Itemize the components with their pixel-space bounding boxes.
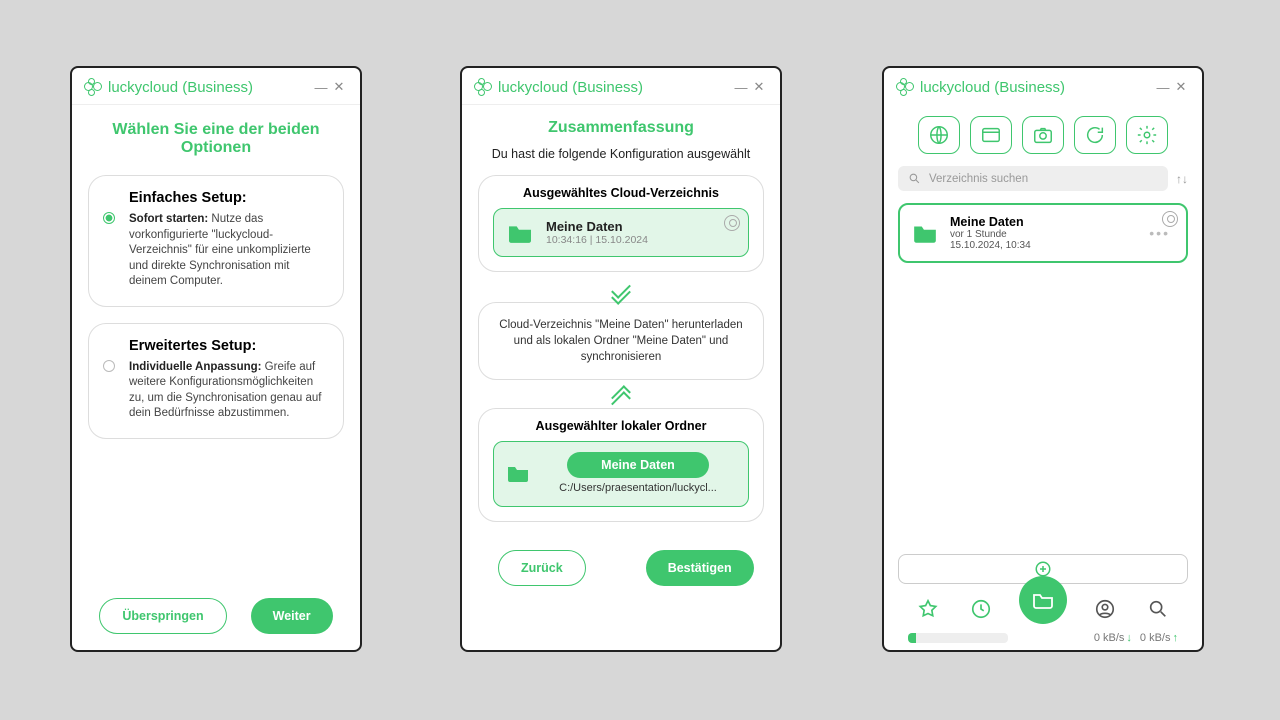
option-title: Erweitertes Setup: <box>129 338 327 354</box>
app-title: luckycloud (Business) <box>498 79 732 96</box>
cloud-dir-time: 10:34:16 | 15.10.2024 <box>546 234 736 246</box>
page-heading: Zusammenfassung <box>478 119 764 137</box>
skip-button[interactable]: Überspringen <box>99 598 226 634</box>
option-title: Einfaches Setup: <box>129 190 327 206</box>
nav-favorites[interactable] <box>914 595 942 623</box>
summary-window: luckycloud (Business) — ✕ Zusammenfassun… <box>460 66 782 652</box>
cloud-dir-card[interactable]: Meine Daten 10:34:16 | 15.10.2024 <box>493 208 749 257</box>
directory-date: 15.10.2024, 10:34 <box>950 240 1137 251</box>
option-body: Individuelle Anpassung: Greife auf weite… <box>129 360 327 422</box>
minimize-button[interactable]: — <box>1154 80 1172 95</box>
titlebar: luckycloud (Business) — ✕ <box>72 68 360 105</box>
page-subheading: Du hast die folgende Konfiguration ausge… <box>478 147 764 161</box>
search-icon <box>908 172 921 185</box>
directory-relative-time: vor 1 Stunde <box>950 229 1137 240</box>
minimize-button[interactable]: — <box>312 80 330 95</box>
owner-icon <box>724 215 740 231</box>
next-button[interactable]: Weiter <box>251 598 333 634</box>
directory-card[interactable]: Meine Daten vor 1 Stunde 15.10.2024, 10:… <box>898 203 1188 263</box>
status-bar: 0 kB/s↓ 0 kB/s↑ <box>898 628 1188 650</box>
app-title: luckycloud (Business) <box>920 79 1154 96</box>
chevron-up-icon <box>478 392 764 404</box>
option-simple-setup[interactable]: Einfaches Setup: Sofort starten: Nutze d… <box>88 175 344 307</box>
local-dir-path: C:/Users/praesentation/luckycl... <box>559 482 717 494</box>
search-input[interactable]: Verzeichnis suchen <box>898 166 1168 191</box>
app-title: luckycloud (Business) <box>108 79 312 96</box>
search-row: Verzeichnis suchen ↑↓ <box>898 166 1188 191</box>
directory-more-button[interactable]: ••• <box>1149 225 1170 241</box>
sync-button[interactable] <box>1074 116 1116 154</box>
minimize-button[interactable]: — <box>732 80 750 95</box>
close-button[interactable]: ✕ <box>1172 79 1190 95</box>
bottom-nav <box>898 584 1188 628</box>
local-dir-card[interactable]: Meine Daten C:/Users/praesentation/lucky… <box>493 441 749 507</box>
local-dir-name: Meine Daten <box>567 452 709 478</box>
back-button[interactable]: Zurück <box>498 550 586 586</box>
nav-account[interactable] <box>1091 595 1119 623</box>
setup-options-window: luckycloud (Business) — ✕ Wählen Sie ein… <box>70 66 362 652</box>
footer-buttons: Zurück Bestätigen <box>478 550 764 586</box>
local-dir-panel: Ausgewählter lokaler Ordner Meine Daten … <box>478 408 764 522</box>
camera-button[interactable] <box>1022 116 1064 154</box>
app-logo-icon <box>896 78 914 96</box>
chevron-down-icon <box>478 286 764 298</box>
close-button[interactable]: ✕ <box>330 79 348 95</box>
directory-name: Meine Daten <box>950 215 1137 229</box>
nav-search[interactable] <box>1144 595 1172 623</box>
settings-button[interactable] <box>1126 116 1168 154</box>
folder-icon <box>506 463 530 483</box>
cloud-dir-panel: Ausgewähltes Cloud-Verzeichnis Meine Dat… <box>478 175 764 272</box>
panel-title: Ausgewählter lokaler Ordner <box>493 419 749 433</box>
search-placeholder: Verzeichnis suchen <box>929 173 1028 185</box>
page-heading: Wählen Sie eine der beiden Optionen <box>88 121 344 157</box>
sort-button[interactable]: ↑↓ <box>1176 172 1188 186</box>
main-app-window: luckycloud (Business) — ✕ Verzeichnis su… <box>882 66 1204 652</box>
app-logo-icon <box>474 78 492 96</box>
storage-progress <box>908 633 1008 643</box>
radio-advanced[interactable] <box>103 360 115 372</box>
window-button[interactable] <box>970 116 1012 154</box>
nav-history[interactable] <box>967 595 995 623</box>
folder-icon <box>912 222 938 244</box>
owner-icon <box>1162 211 1178 227</box>
titlebar: luckycloud (Business) — ✕ <box>462 68 780 105</box>
globe-button[interactable] <box>918 116 960 154</box>
cloud-dir-name: Meine Daten <box>546 219 736 234</box>
option-body: Sofort starten: Nutze das vorkonfigurier… <box>129 212 327 290</box>
titlebar: luckycloud (Business) — ✕ <box>884 68 1202 104</box>
app-logo-icon <box>84 78 102 96</box>
radio-simple[interactable] <box>103 212 115 224</box>
sync-description: Cloud-Verzeichnis "Meine Daten" herunter… <box>478 302 764 380</box>
upload-rate: 0 kB/s↑ <box>1140 632 1178 644</box>
download-rate: 0 kB/s↓ <box>1094 632 1132 644</box>
close-button[interactable]: ✕ <box>750 79 768 95</box>
nav-files-active[interactable] <box>1019 576 1067 624</box>
folder-icon <box>506 222 534 244</box>
panel-title: Ausgewähltes Cloud-Verzeichnis <box>493 186 749 200</box>
footer-buttons: Überspringen Weiter <box>72 598 360 634</box>
option-advanced-setup[interactable]: Erweitertes Setup: Individuelle Anpassun… <box>88 323 344 439</box>
top-toolbar <box>898 116 1188 154</box>
confirm-button[interactable]: Bestätigen <box>646 550 754 586</box>
